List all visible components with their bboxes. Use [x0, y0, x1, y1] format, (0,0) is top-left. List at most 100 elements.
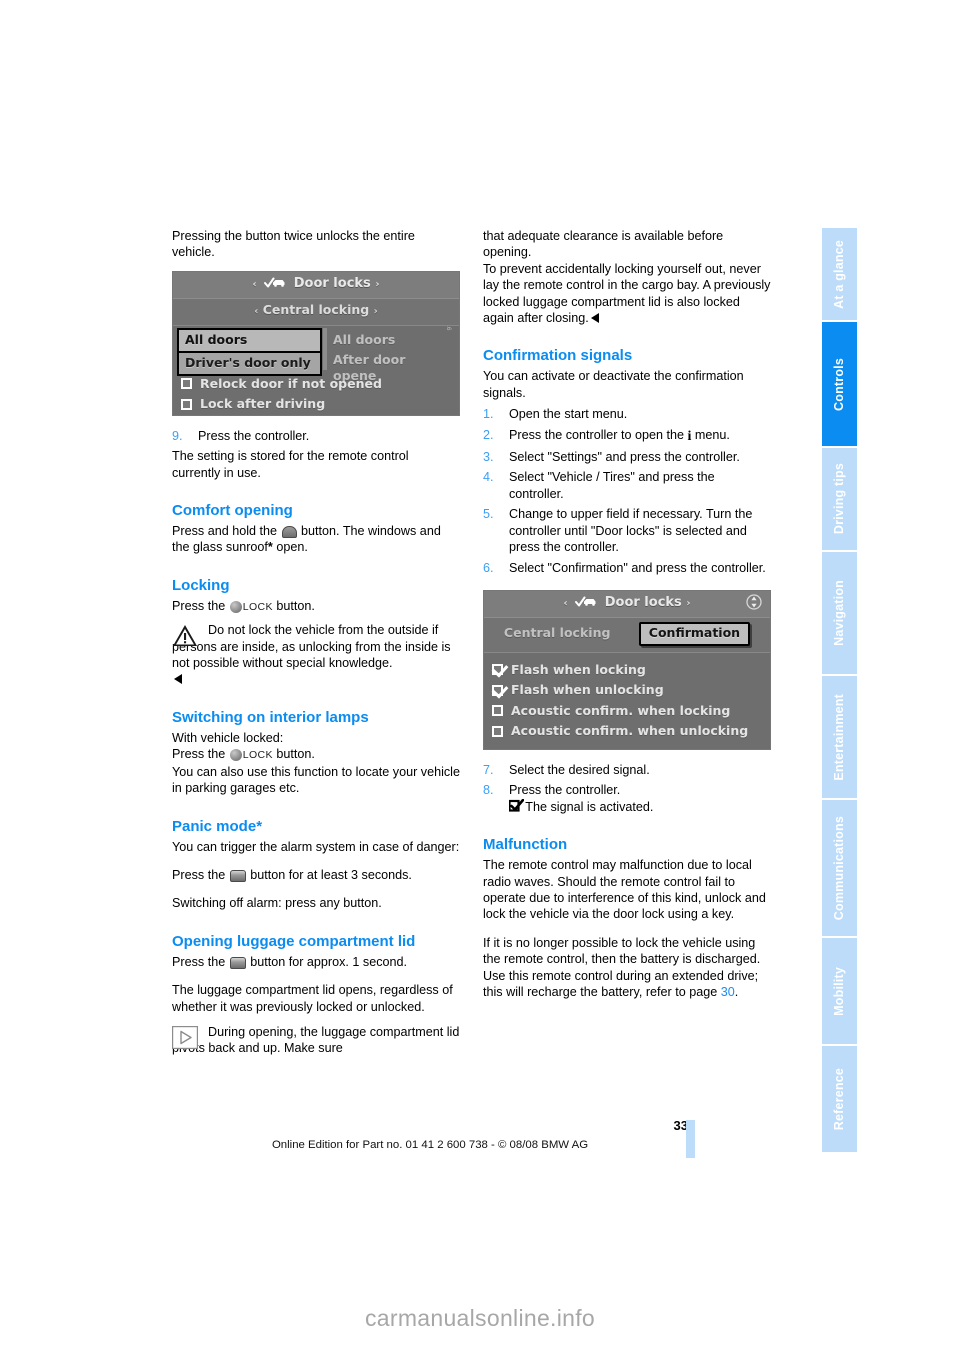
step-number: 4. — [483, 470, 494, 485]
checkbox-unchecked-icon[interactable] — [181, 378, 192, 390]
text-after-icon: button. — [276, 598, 315, 613]
left-caret-icon: ‹ — [252, 278, 257, 290]
site-watermark: carmanualsonline.info — [364, 1305, 596, 1331]
panic-mode-press-line: Press the button for at least 3 seconds. — [172, 867, 460, 883]
heading-panic-mode: Panic mode* — [172, 817, 263, 835]
step-number: 1. — [483, 407, 494, 422]
step-number: 5. — [483, 507, 494, 522]
tab-driving-tips[interactable]: Driving tips — [822, 446, 857, 550]
tab-reference[interactable]: Reference — [822, 1044, 857, 1152]
tab-label: Navigation — [832, 580, 846, 646]
malfunction-text-before-ref: If it is no longer possible to lock the … — [483, 935, 761, 999]
locking-press-line: Press the LOCK button. — [172, 598, 460, 615]
warning-text: Do not lock the vehicle from the outside… — [172, 623, 451, 671]
checkbox-checked-icon[interactable] — [492, 684, 503, 696]
info-i-icon: i — [687, 428, 692, 444]
figure-row-flash-locking[interactable]: Flash when locking — [484, 660, 770, 680]
note-text: During opening, the luggage compartment … — [172, 1024, 460, 1056]
checkbox-checked-icon[interactable] — [492, 664, 503, 676]
checkbox-unchecked-icon[interactable] — [492, 725, 503, 737]
figure-row-acoustic-locking[interactable]: Acoustic confirm. when locking — [484, 701, 770, 721]
step9-note: The setting is stored for the remote con… — [172, 449, 409, 480]
text-before-icon: Press the — [172, 598, 226, 613]
left-caret-icon: ‹ — [563, 597, 568, 609]
figure-row-label: Acoustic confirm. when unlocking — [511, 722, 749, 738]
text-after-icon: button for at least 3 seconds. — [250, 867, 412, 882]
tab-at-a-glance[interactable]: At a glance — [822, 228, 857, 320]
figure-tab-bar: Central locking Confirmation — [484, 618, 770, 653]
checkbox-checked-icon — [508, 798, 525, 812]
figure-title: Door locks — [604, 594, 682, 610]
note-triangle-icon — [172, 1025, 198, 1050]
step-text-after: menu. — [694, 427, 730, 442]
tab-communications[interactable]: Communications — [822, 798, 857, 936]
right-caret-icon: › — [373, 306, 378, 318]
tab-label: Controls — [832, 357, 846, 411]
text-before-icon: Press and hold the — [172, 524, 278, 539]
tab-label: At a glance — [832, 239, 846, 309]
intro-paragraph: Pressing the button twice unlocks the en… — [172, 229, 415, 260]
heading-interior-lamps: Switching on interior lamps — [172, 708, 369, 726]
tab-entertainment[interactable]: Entertainment — [822, 674, 857, 798]
tab-navigation[interactable]: Navigation — [822, 550, 857, 674]
figure-sub-bar: ‹ Central locking › — [173, 299, 459, 326]
checkbox-unchecked-icon[interactable] — [181, 398, 192, 410]
heading-locking: Locking — [172, 576, 230, 594]
step-number: 7. — [483, 762, 494, 777]
figure-row-relock[interactable]: Relock door if not opened — [173, 374, 459, 394]
list-item: 1. Open the start menu. — [483, 406, 771, 422]
checkbox-unchecked-icon[interactable] — [492, 705, 503, 717]
tab-label: Driving tips — [832, 463, 846, 535]
footer-tick-mark — [686, 1120, 695, 1158]
malfunction-paragraph-1: The remote control may malfunction due t… — [483, 858, 766, 922]
note-end-marker-icon — [174, 674, 182, 685]
page-reference-link[interactable]: 30 — [721, 985, 735, 999]
lock-button-icon — [229, 600, 242, 613]
dropdown-option-selected[interactable]: All doors — [179, 329, 320, 354]
figure-row-label: Relock door if not opened — [200, 375, 382, 391]
right-caret-icon: › — [375, 278, 380, 290]
comfort-opening-paragraph: Press and hold the button. The windows a… — [172, 523, 460, 556]
tab-label: Reference — [832, 1067, 846, 1131]
figure-row-flash-unlocking[interactable]: Flash when unlocking — [484, 680, 770, 700]
figure-tab-confirmation-selected[interactable]: Confirmation — [638, 622, 751, 646]
section-tab-rail: At a glance Controls Driving tips Naviga… — [822, 228, 857, 1158]
figure-door-locks-confirmation: VET5151B5 ‹ Door locks › — [483, 589, 771, 750]
list-item: 3. Select "Settings" and press the contr… — [483, 449, 771, 465]
tab-mobility[interactable]: Mobility — [822, 936, 857, 1044]
figure-row-lock-after-driving[interactable]: Lock after driving — [173, 394, 459, 414]
malfunction-paragraph-2: If it is no longer possible to lock the … — [483, 935, 771, 1001]
note-continued: that adequate clearance is available bef… — [483, 229, 724, 260]
step-text: Open the start menu. — [509, 407, 628, 422]
list-item: 7. Select the desired signal. — [483, 762, 771, 778]
dropdown-option[interactable]: Driver's door only — [179, 353, 320, 374]
edition-credit-line: Online Edition for Part no. 01 41 2 600 … — [271, 1139, 589, 1151]
figure-body: All doors After door opene All doors Dri… — [173, 326, 459, 411]
figure-tab-central-locking[interactable]: Central locking — [504, 625, 611, 640]
text-before-icon: Press the — [172, 954, 226, 969]
trunk-button-icon — [229, 956, 246, 969]
check-car-icon — [264, 277, 286, 288]
note-continued-2-text: To prevent accidentally locking yourself… — [483, 261, 771, 326]
warning-note-locking: Do not lock the vehicle from the outside… — [172, 622, 460, 688]
tab-label: Entertainment — [832, 693, 846, 781]
step-text: Select "Settings" and press the controll… — [509, 450, 740, 465]
list-item: 4. Select "Vehicle / Tires" and press th… — [483, 469, 771, 502]
list-item: 6. Select "Confirmation" and press the c… — [483, 560, 771, 576]
interior-lamps-line1: With vehicle locked: — [172, 730, 284, 745]
figure-body: Flash when locking Flash when unlocking … — [484, 653, 770, 750]
figure-row-label: Flash when unlocking — [511, 682, 664, 698]
check-car-icon — [575, 596, 597, 607]
right-text-column: that adequate clearance is available bef… — [483, 228, 771, 1000]
lock-label: LOCK — [242, 600, 273, 613]
figure-row-acoustic-unlocking[interactable]: Acoustic confirm. when unlocking — [484, 721, 770, 741]
scroll-updown-icon — [746, 594, 762, 615]
trunk-button-icon — [229, 869, 246, 882]
interior-lamps-press-line: Press the LOCK button. — [172, 746, 460, 763]
list-item: 5. Change to upper field if necessary. T… — [483, 506, 771, 555]
text-before-icon: Press the — [172, 747, 226, 762]
right-caret-icon: › — [686, 597, 691, 609]
dropdown-central-locking[interactable]: All doors Driver's door only — [177, 327, 322, 377]
tab-controls[interactable]: Controls — [822, 320, 857, 446]
figure-door-locks-central-locking: VET5151A6 ‹ Door locks › ‹ Central locki… — [172, 270, 460, 416]
